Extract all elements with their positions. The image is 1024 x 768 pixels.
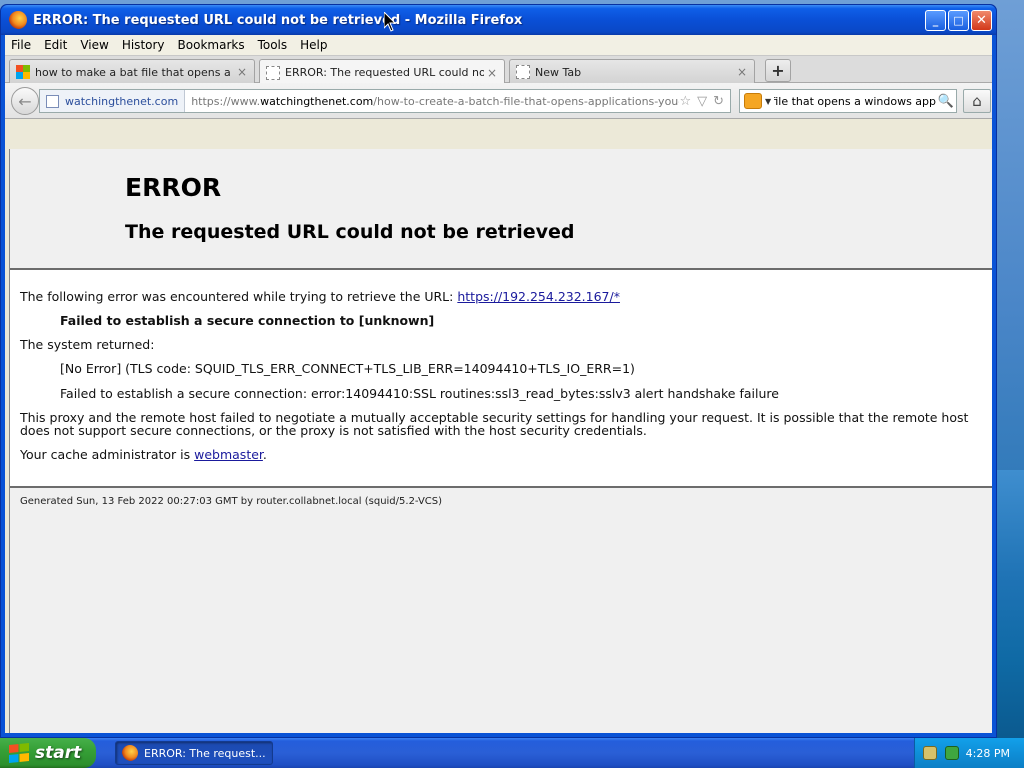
tab-bat-file[interactable]: how to make a bat file that opens a wind… <box>9 59 255 84</box>
window-controls: _ □ ✕ <box>925 10 992 31</box>
admin-prefix: Your cache administrator is <box>20 446 195 462</box>
minimize-button[interactable]: _ <box>925 10 946 31</box>
start-label: start <box>35 743 82 763</box>
bookmark-star-icon[interactable]: ☆ <box>679 94 691 109</box>
security-icon[interactable] <box>945 746 959 760</box>
history-dropdown-icon[interactable]: ▽ <box>697 94 707 109</box>
blank-page-icon <box>516 65 530 79</box>
site-identity-button[interactable]: watchingthenet.com <box>40 90 186 112</box>
menu-bar: File Edit View History Bookmarks Tools H… <box>5 35 992 55</box>
home-button[interactable]: ⌂ <box>963 89 991 113</box>
menu-file[interactable]: File <box>11 38 31 52</box>
admin-line: Your cache administrator is webmaster. <box>20 448 982 461</box>
search-input[interactable]: bat file that opens a windows app <box>774 95 936 108</box>
tab-strip: how to make a bat file that opens a wind… <box>5 55 992 85</box>
search-engine-dropdown-icon[interactable]: ▼ <box>765 97 771 106</box>
url-bar-icons: ☆ ▽ ↻ <box>679 94 730 109</box>
tab-label: New Tab <box>535 65 582 79</box>
start-button[interactable]: start <box>0 738 96 768</box>
explanation-text: This proxy and the remote host failed to… <box>20 409 969 438</box>
search-bar[interactable]: ▼ bat file that opens a windows app 🔍 <box>739 89 957 113</box>
error-footer: Generated Sun, 13 Feb 2022 00:27:03 GMT … <box>10 486 992 515</box>
tab-label: how to make a bat file that opens a wind… <box>35 65 234 79</box>
windows-logo-icon <box>9 742 29 764</box>
page-content: ERROR The requested URL could not be ret… <box>9 149 992 733</box>
menu-view[interactable]: View <box>80 38 108 52</box>
url-prefix: https://www. <box>191 94 261 108</box>
window-title: ERROR: The requested URL could not be re… <box>33 12 523 28</box>
search-icon[interactable]: 🔍 <box>936 94 956 109</box>
error-heading: ERROR <box>125 173 222 202</box>
menu-edit[interactable]: Edit <box>44 38 67 52</box>
tls-code-line: [No Error] (TLS code: SQUID_TLS_ERR_CONN… <box>60 361 635 377</box>
menu-bookmarks[interactable]: Bookmarks <box>178 38 245 52</box>
system-tray: 4:28 PM <box>914 738 1024 768</box>
mouse-cursor-icon <box>383 10 397 35</box>
webmaster-link[interactable]: webmaster <box>194 447 263 462</box>
tab-close-icon[interactable]: × <box>484 66 500 80</box>
error-url-link[interactable]: https://192.254.232.167/* <box>457 289 620 304</box>
window-client: File Edit View History Bookmarks Tools H… <box>5 35 992 733</box>
navigation-toolbar: ← watchingthenet.com https://www.watchin… <box>5 83 992 119</box>
url-domain: watchingthenet.com <box>260 94 374 108</box>
error-bold-text: Failed to establish a secure connection … <box>60 313 435 329</box>
taskbar-item-label: ERROR: The request... <box>144 746 266 760</box>
search-engine-icon[interactable] <box>744 93 762 109</box>
error-url-prefix: The following error was encountered whil… <box>20 289 458 304</box>
clock[interactable]: 4:28 PM <box>966 747 1010 760</box>
firefox-icon <box>9 11 27 29</box>
admin-suffix: . <box>262 446 267 462</box>
error-url-line: The following error was encountered whil… <box>20 290 982 303</box>
menu-help[interactable]: Help <box>300 38 327 52</box>
error-body: The following error was encountered whil… <box>10 270 992 486</box>
url-path: /how-to-create-a-batch-file-that-opens-a… <box>373 94 679 108</box>
tab-new-tab[interactable]: New Tab × <box>509 59 755 84</box>
menu-history[interactable]: History <box>122 38 165 52</box>
error-bold-message: Failed to establish a secure connection … <box>20 314 982 327</box>
identity-icon <box>46 94 59 108</box>
tab-error[interactable]: ERROR: The requested URL could not be...… <box>259 59 505 85</box>
firefox-window: ERROR: The requested URL could not be re… <box>0 4 997 738</box>
menu-tools[interactable]: Tools <box>258 38 288 52</box>
close-button[interactable]: ✕ <box>971 10 992 31</box>
taskbar-item-firefox[interactable]: ERROR: The request... <box>115 741 273 765</box>
taskbar: start ERROR: The request... 4:28 PM <box>0 738 1024 768</box>
network-icon[interactable] <box>923 746 937 760</box>
reload-icon[interactable]: ↻ <box>713 94 724 109</box>
url-bar[interactable]: watchingthenet.com https://www.watchingt… <box>39 89 731 113</box>
tab-close-icon[interactable]: × <box>734 65 750 79</box>
maximize-button[interactable]: □ <box>948 10 969 31</box>
title-bar[interactable]: ERROR: The requested URL could not be re… <box>1 5 996 35</box>
firefox-icon <box>122 745 138 761</box>
new-tab-button[interactable]: + <box>765 59 791 82</box>
back-button[interactable]: ← <box>11 87 39 115</box>
url-input[interactable]: https://www.watchingthenet.com/how-to-cr… <box>185 95 679 108</box>
error-subheading: The requested URL could not be retrieved <box>125 221 575 243</box>
error-header: ERROR The requested URL could not be ret… <box>10 149 992 270</box>
tab-close-icon[interactable]: × <box>234 65 250 79</box>
microsoft-icon <box>16 65 30 79</box>
system-returned-label: The system returned: <box>20 337 155 353</box>
tab-label: ERROR: The requested URL could not be... <box>285 66 484 79</box>
site-identity-label: watchingthenet.com <box>65 94 179 108</box>
ssl-error-line: Failed to establish a secure connection:… <box>60 385 779 401</box>
blank-page-icon <box>266 65 280 80</box>
